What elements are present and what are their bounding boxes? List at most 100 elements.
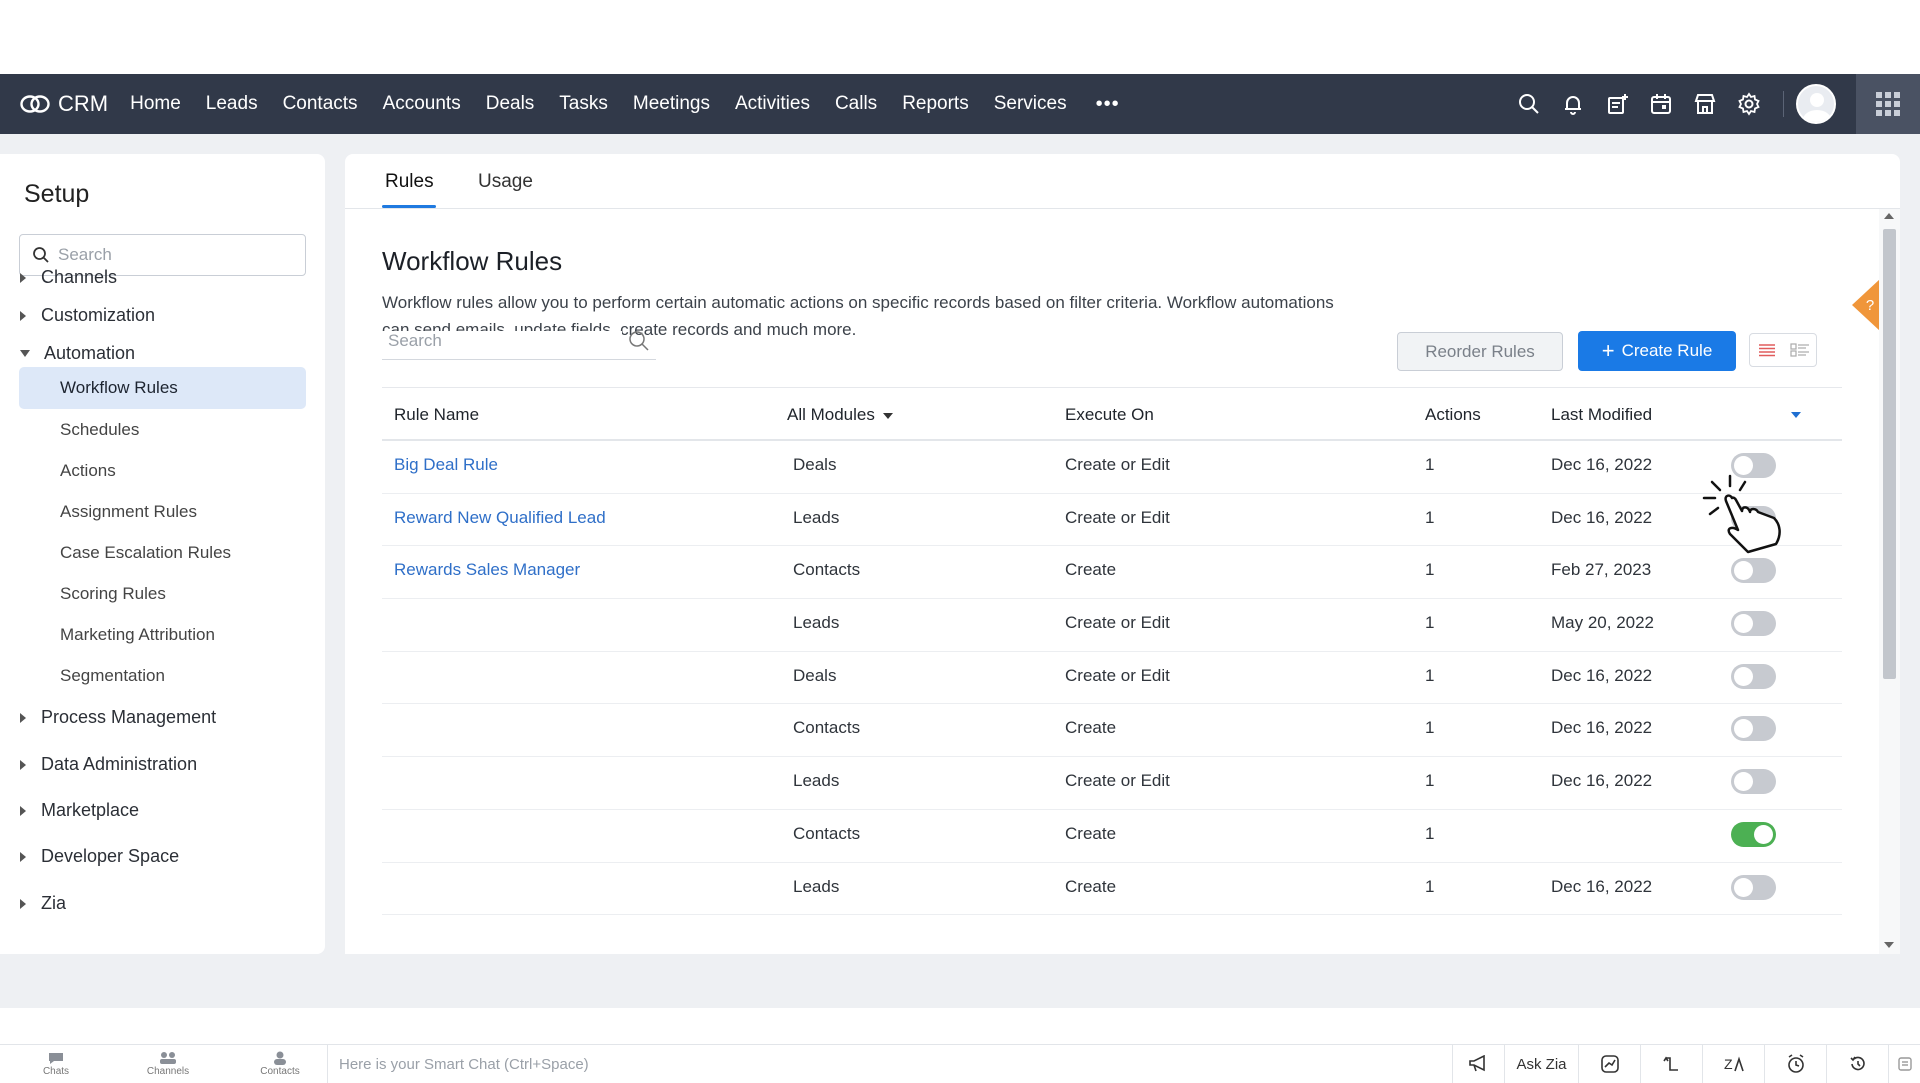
top-nav: CRM Home Leads Contacts Accounts Deals T… bbox=[0, 74, 1920, 134]
rules-search[interactable] bbox=[382, 322, 656, 360]
crm-app: CRM Home Leads Contacts Accounts Deals T… bbox=[0, 74, 1920, 1083]
list-view-icon[interactable] bbox=[1750, 334, 1783, 366]
caret-right-icon bbox=[20, 851, 26, 862]
rule-last-modified: Dec 16, 2022 bbox=[1551, 455, 1653, 474]
search-icon[interactable] bbox=[628, 330, 650, 352]
bell-icon[interactable] bbox=[1551, 82, 1595, 126]
rule-active-toggle[interactable] bbox=[1731, 769, 1776, 795]
nav-item-leads[interactable]: Leads bbox=[206, 93, 258, 116]
rule-active-toggle[interactable] bbox=[1731, 821, 1776, 847]
rule-name-link[interactable]: Rewards Sales Manager bbox=[394, 560, 580, 580]
sidebar-search-input[interactable] bbox=[58, 245, 278, 265]
sidebar-section-developer-space[interactable]: Developer Space bbox=[20, 846, 179, 867]
help-tab[interactable]: ? bbox=[1850, 279, 1880, 331]
sidebar-item-workflow-rules[interactable]: Workflow Rules bbox=[19, 367, 306, 409]
scroll-thumb[interactable] bbox=[1883, 229, 1896, 679]
scroll-down-arrow-icon[interactable] bbox=[1884, 942, 1894, 948]
tab-usage[interactable]: Usage bbox=[478, 171, 533, 193]
alarm-clock-icon[interactable] bbox=[1764, 1045, 1826, 1083]
sidebar-item-assignment-rules[interactable]: Assignment Rules bbox=[19, 491, 306, 533]
nav-item-activities[interactable]: Activities bbox=[735, 93, 810, 116]
rule-active-toggle[interactable] bbox=[1731, 716, 1776, 742]
smart-chat-input[interactable]: Here is your Smart Chat (Ctrl+Space) bbox=[327, 1045, 1447, 1083]
create-rule-button[interactable]: + Create Rule bbox=[1578, 331, 1736, 371]
scroll-up-arrow-icon[interactable] bbox=[1884, 213, 1894, 219]
rule-active-toggle[interactable] bbox=[1731, 558, 1776, 584]
notes-icon[interactable] bbox=[1888, 1045, 1920, 1083]
ask-zia-button[interactable]: Ask Zia bbox=[1504, 1045, 1578, 1083]
history-icon[interactable] bbox=[1826, 1045, 1888, 1083]
apps-grid-button[interactable] bbox=[1856, 74, 1920, 134]
table-row: Rewards Sales Manager Contacts Create 1 … bbox=[382, 546, 1842, 600]
reorder-rules-button[interactable]: Reorder Rules bbox=[1397, 332, 1563, 371]
footer-tab-contacts[interactable]: Contacts bbox=[224, 1045, 336, 1083]
zia-insights-icon[interactable] bbox=[1578, 1045, 1640, 1083]
nav-item-accounts[interactable]: Accounts bbox=[383, 93, 461, 116]
column-header-execute-on: Execute On bbox=[1065, 405, 1154, 424]
nav-item-calls[interactable]: Calls bbox=[835, 93, 877, 116]
main-scrollbar[interactable] bbox=[1879, 209, 1900, 954]
sidebar-section-customization[interactable]: Customization bbox=[20, 305, 155, 326]
nav-item-meetings[interactable]: Meetings bbox=[633, 93, 710, 116]
calendar-icon[interactable] bbox=[1639, 82, 1683, 126]
sidebar-item-marketing-attribution[interactable]: Marketing Attribution bbox=[19, 614, 306, 656]
table-row: Deals Create or Edit 1 Dec 16, 2022 bbox=[382, 652, 1842, 705]
search-icon[interactable] bbox=[1507, 82, 1551, 126]
modules-filter-label: All Modules bbox=[787, 405, 875, 424]
view-toggle bbox=[1749, 333, 1817, 367]
sidebar-item-schedules[interactable]: Schedules bbox=[19, 409, 306, 451]
rule-module: Contacts bbox=[793, 823, 861, 843]
nav-item-contacts[interactable]: Contacts bbox=[283, 93, 358, 116]
marketplace-icon[interactable] bbox=[1683, 82, 1727, 126]
brand[interactable]: CRM bbox=[20, 91, 108, 117]
sidebar-section-label: Developer Space bbox=[41, 846, 180, 866]
nav-item-reports[interactable]: Reports bbox=[902, 93, 969, 116]
nav-item-services[interactable]: Services bbox=[994, 93, 1067, 116]
rule-active-toggle[interactable] bbox=[1731, 874, 1776, 900]
rule-active-toggle[interactable] bbox=[1731, 611, 1776, 637]
channels-icon bbox=[160, 1051, 176, 1064]
sidebar-section-label: Marketplace bbox=[41, 800, 140, 820]
rule-execute-on: Create bbox=[1065, 876, 1117, 896]
plus-icon: + bbox=[1601, 338, 1615, 363]
nav-item-tasks[interactable]: Tasks bbox=[559, 93, 608, 116]
column-options-caret-icon[interactable] bbox=[1791, 412, 1801, 418]
sidebar-item-actions[interactable]: Actions bbox=[19, 450, 306, 492]
sidebar-section-channels[interactable]: Channels bbox=[20, 267, 117, 288]
rules-search-input[interactable] bbox=[382, 330, 622, 351]
nav-item-home[interactable]: Home bbox=[130, 93, 181, 116]
column-header-modules-filter[interactable]: All Modules bbox=[787, 405, 893, 425]
footer-tab-channels[interactable]: Channels bbox=[112, 1045, 224, 1083]
avatar[interactable] bbox=[1796, 84, 1836, 124]
rule-actions-count: 1 bbox=[1425, 455, 1435, 474]
footer-tab-chats[interactable]: Chats bbox=[0, 1045, 112, 1083]
follow-up-icon[interactable] bbox=[1640, 1045, 1702, 1083]
sidebar-section-marketplace[interactable]: Marketplace bbox=[20, 800, 139, 821]
caret-right-icon bbox=[20, 310, 26, 321]
footer-tools: Ask Zia Z bbox=[1452, 1045, 1920, 1083]
sidebar-section-process-management[interactable]: Process Management bbox=[20, 707, 216, 728]
rule-name-link[interactable]: Big Deal Rule bbox=[394, 455, 498, 475]
nav-more-menu[interactable]: ••• bbox=[1096, 93, 1120, 116]
create-record-icon[interactable] bbox=[1595, 82, 1639, 126]
sidebar-section-zia[interactable]: Zia bbox=[20, 893, 66, 914]
sidebar-section-data-administration[interactable]: Data Administration bbox=[20, 754, 197, 775]
rule-actions-count: 1 bbox=[1425, 718, 1435, 738]
translate-icon[interactable]: Z bbox=[1702, 1045, 1764, 1083]
sidebar-item-case-escalation-rules[interactable]: Case Escalation Rules bbox=[19, 532, 306, 574]
gear-icon[interactable] bbox=[1727, 82, 1771, 126]
rule-execute-on: Create or Edit bbox=[1065, 455, 1170, 474]
hand-pointer-icon bbox=[1702, 474, 1781, 554]
sidebar-item-scoring-rules[interactable]: Scoring Rules bbox=[19, 573, 306, 615]
caret-right-icon bbox=[20, 898, 26, 909]
tab-rules[interactable]: Rules bbox=[385, 171, 434, 193]
rule-name-link[interactable]: Reward New Qualified Lead bbox=[394, 508, 606, 528]
search-icon bbox=[33, 247, 49, 263]
sidebar-item-segmentation[interactable]: Segmentation bbox=[19, 655, 306, 697]
compact-view-icon[interactable] bbox=[1783, 334, 1816, 366]
announcement-icon[interactable] bbox=[1452, 1045, 1504, 1083]
rule-active-toggle[interactable] bbox=[1731, 663, 1776, 689]
rule-execute-on: Create or Edit bbox=[1065, 665, 1170, 685]
sidebar-section-automation[interactable]: Automation bbox=[20, 343, 135, 364]
nav-item-deals[interactable]: Deals bbox=[486, 93, 535, 116]
